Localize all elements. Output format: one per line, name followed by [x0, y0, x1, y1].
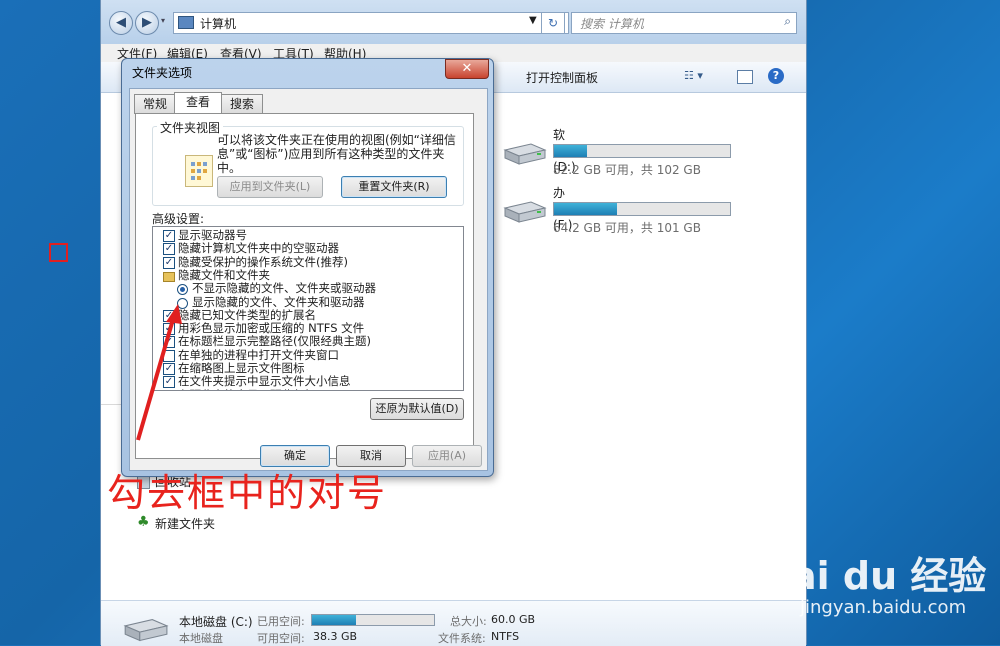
setting-label: 在缩略图上显示文件图标	[178, 361, 305, 375]
setting-label: 隐藏已知文件类型的扩展名	[178, 307, 316, 322]
annotation-text: 勾去框中的对号	[107, 471, 388, 515]
setting-label: 显示隐藏的文件、文件夹和驱动器	[192, 294, 365, 309]
watermark-url: jingyan.baidu.com	[800, 597, 967, 618]
drive-space-info: 82.2 GB 可用，共 102 GB	[553, 163, 701, 177]
open-control-panel-button[interactable]: 打开控制面板	[526, 69, 598, 86]
hard-drive-icon	[503, 201, 547, 223]
nav-item-label: 新建文件夹	[155, 517, 216, 531]
hard-drive-icon	[503, 143, 547, 165]
setting-label: 在预览窗格中显示预览句柄	[178, 388, 316, 390]
help-icon[interactable]: ?	[768, 68, 784, 84]
setting-radio[interactable]	[177, 284, 188, 296]
drive-usage-bar	[553, 202, 731, 216]
status-fs-label: 文件系统:	[438, 632, 486, 645]
tab-view[interactable]: 查看	[174, 92, 222, 115]
setting-checkbox[interactable]: ✓	[163, 230, 175, 242]
highlight-box	[49, 243, 68, 262]
setting-label: 显示驱动器号	[178, 228, 247, 242]
back-button[interactable]: ◀	[109, 11, 133, 35]
drive-usage-fill	[554, 203, 618, 215]
drive-usage-fill	[554, 145, 588, 157]
setting-label: 隐藏文件和文件夹	[178, 267, 270, 282]
explorer-titlebar: ◀ ▶ ▾ 计算机 ▼ ↻ 搜索 计算机 ⌕	[101, 0, 806, 44]
search-icon[interactable]: ⌕	[784, 14, 791, 29]
reset-folders-button[interactable]: 重置文件夹(R)	[341, 176, 447, 198]
status-drive-type: 本地磁盘	[179, 632, 223, 645]
close-button[interactable]: ✕	[445, 59, 489, 79]
tab-general[interactable]: 常规	[134, 94, 176, 114]
setting-checkbox[interactable]: ✓	[163, 243, 175, 256]
view-options-icon[interactable]: ☷ ▾	[684, 69, 703, 82]
dialog-title: 文件夹选项	[132, 66, 193, 80]
setting-label: 在标题栏显示完整路径(仅限经典主题)	[178, 334, 371, 349]
setting-checkbox[interactable]: ✓	[163, 256, 175, 269]
folder-view-description: 可以将该文件夹正在使用的视图(例如“详细信息”或“图标”)应用到所有这种类型的文…	[217, 133, 456, 175]
search-box[interactable]: 搜索 计算机 ⌕	[571, 12, 797, 34]
details-pane: 本地磁盘 (C:) 本地磁盘 已用空间: 可用空间: 38.3 GB 总大小: …	[101, 600, 806, 646]
status-usage-fill	[312, 615, 356, 625]
setting-label: 不显示隐藏的文件、文件夹或驱动器	[192, 281, 376, 296]
folder-view-icon	[185, 155, 213, 187]
status-used-label: 已用空间:	[257, 615, 305, 628]
computer-icon	[178, 16, 194, 29]
restore-defaults-button[interactable]: 还原为默认值(D)	[370, 398, 464, 420]
status-usage-bar	[311, 614, 435, 626]
status-free-value: 38.3 GB	[313, 630, 358, 643]
recent-pages-icon[interactable]: ▾	[161, 16, 165, 25]
advanced-settings-list: ✓ 显示驱动器号 ✓ 隐藏计算机文件夹中的空驱动器 ✓ 隐藏受保护的操作系统文件(推荐) 隐…	[152, 226, 464, 391]
address-text: 计算机	[200, 17, 237, 31]
status-drive-name: 本地磁盘 (C:)	[179, 615, 253, 629]
setting-label: 隐藏计算机文件夹中的空驱动器	[178, 241, 339, 256]
status-fs-value: NTFS	[491, 630, 520, 643]
hard-drive-icon	[123, 619, 169, 642]
advanced-settings-label: 高级设置:	[152, 212, 205, 226]
apply-to-folders-button[interactable]: 应用到文件夹(L)	[217, 176, 323, 198]
red-arrow-icon	[136, 304, 182, 441]
status-free-label: 可用空间:	[257, 632, 305, 645]
status-total-label: 总大小:	[450, 615, 487, 628]
setting-label: 用彩色显示加密或压缩的 NTFS 文件	[178, 321, 365, 336]
address-bar[interactable]: 计算机 ▼	[173, 12, 569, 34]
search-placeholder: 搜索 计算机	[580, 17, 644, 31]
refresh-icon[interactable]: ↻	[541, 12, 565, 34]
folder-icon	[163, 271, 175, 282]
status-total-value: 60.0 GB	[491, 613, 536, 626]
setting-label: 在单独的进程中打开文件夹窗口	[178, 347, 339, 362]
drive-space-info: 64.2 GB 可用，共 101 GB	[553, 221, 701, 235]
watermark-brand: Bai du 经验	[762, 554, 987, 598]
setting-label: 隐藏受保护的操作系统文件(推荐)	[178, 254, 348, 269]
folder-view-legend: 文件夹视图	[157, 119, 224, 136]
drive-usage-bar	[553, 144, 731, 158]
apply-button[interactable]: 应用(A)	[412, 445, 482, 467]
preview-pane-icon[interactable]	[737, 70, 753, 84]
folder-view-group: 可以将该文件夹正在使用的视图(例如“详细信息”或“图标”)应用到所有这种类型的文…	[152, 126, 464, 206]
tab-search[interactable]: 搜索	[221, 94, 263, 114]
address-dropdown-icon[interactable]: ▼	[529, 15, 537, 26]
forward-button[interactable]: ▶	[135, 11, 159, 35]
setting-label: 在文件夹提示中显示文件大小信息	[178, 374, 351, 389]
